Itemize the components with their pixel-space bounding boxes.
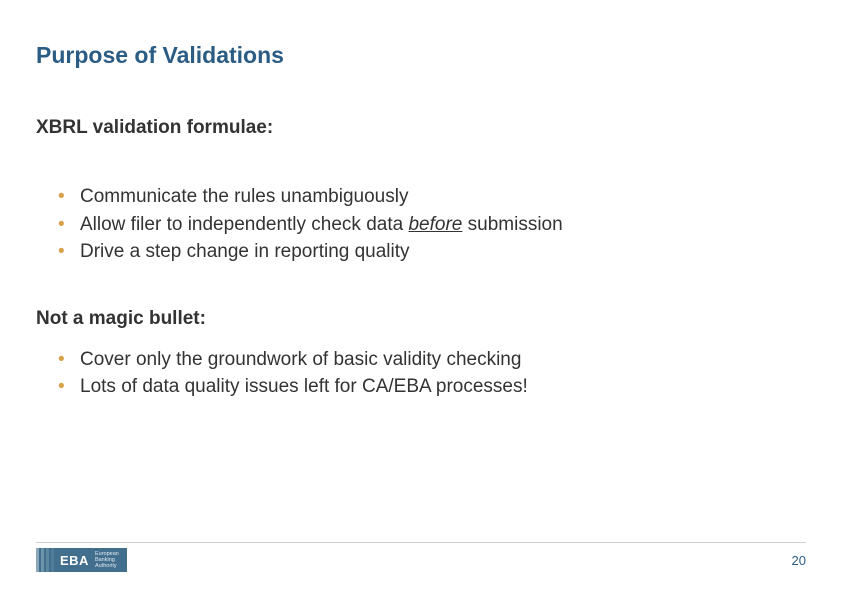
logo-text: EBA xyxy=(56,548,95,572)
logo-subtext: European Banking Authority xyxy=(95,548,127,572)
logo-bars-icon xyxy=(36,548,56,572)
logo-sub-line: Authority xyxy=(95,563,119,569)
list-item: Allow filer to independently check data … xyxy=(58,211,806,239)
bullet-em: before xyxy=(408,214,462,235)
list-item: Drive a step change in reporting quality xyxy=(58,238,806,266)
slide-title: Purpose of Validations xyxy=(36,42,806,69)
bullet-text: Lots of data quality issues left for CA/… xyxy=(80,376,528,397)
eba-logo: EBA European Banking Authority xyxy=(36,548,127,572)
footer: EBA European Banking Authority 20 xyxy=(36,545,806,575)
section-heading-1: XBRL validation formulae: xyxy=(36,117,806,139)
list-item: Lots of data quality issues left for CA/… xyxy=(58,373,806,401)
page-number: 20 xyxy=(792,553,806,568)
bullet-text-post: submission xyxy=(462,214,562,235)
bullet-text: Communicate the rules unambiguously xyxy=(80,186,408,207)
bullet-text: Drive a step change in reporting quality xyxy=(80,241,410,262)
bullet-text: Allow filer to independently check data xyxy=(80,214,408,235)
bullet-text: Cover only the groundwork of basic valid… xyxy=(80,349,521,370)
footer-divider xyxy=(36,542,806,543)
list-item: Communicate the rules unambiguously xyxy=(58,183,806,211)
section-heading-2: Not a magic bullet: xyxy=(36,308,806,330)
slide: Purpose of Validations XBRL validation f… xyxy=(0,0,842,595)
bullet-list-1: Communicate the rules unambiguously Allo… xyxy=(36,183,806,266)
list-item: Cover only the groundwork of basic valid… xyxy=(58,346,806,374)
bullet-list-2: Cover only the groundwork of basic valid… xyxy=(36,346,806,401)
